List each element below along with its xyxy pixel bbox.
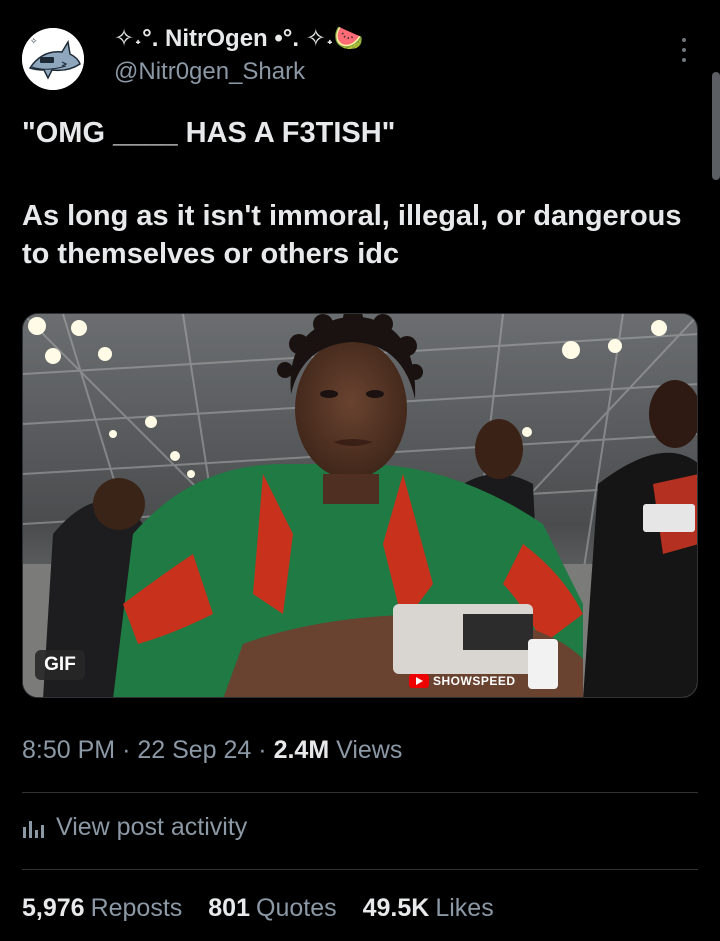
tweet-metadata: 8:50 PM · 22 Sep 24 · 2.4M Views bbox=[22, 736, 402, 765]
video-watermark: SHOWSPEED bbox=[409, 672, 516, 690]
quotes-stat[interactable]: 801 Quotes bbox=[208, 894, 336, 923]
reposts-count: 5,976 bbox=[22, 894, 85, 922]
view-post-activity-label: View post activity bbox=[56, 813, 248, 841]
separator-dot: · bbox=[258, 736, 267, 764]
quotes-count: 801 bbox=[208, 894, 250, 922]
views-label: Views bbox=[336, 736, 403, 764]
quotes-label: Quotes bbox=[256, 894, 337, 922]
gif-frame-image bbox=[23, 314, 697, 697]
reposts-stat[interactable]: 5,976 Reposts bbox=[22, 894, 182, 923]
shark-icon: ✧ bbox=[22, 28, 84, 90]
scrollbar[interactable] bbox=[712, 72, 720, 180]
divider bbox=[22, 869, 698, 870]
likes-stat[interactable]: 49.5K Likes bbox=[363, 894, 494, 923]
youtube-icon bbox=[409, 674, 429, 688]
analytics-icon bbox=[23, 820, 44, 838]
view-post-activity-link[interactable]: View post activity bbox=[22, 813, 247, 842]
svg-text:✧: ✧ bbox=[30, 37, 38, 47]
post-date[interactable]: 22 Sep 24 bbox=[137, 736, 251, 764]
watermark-text: SHOWSPEED bbox=[433, 674, 516, 688]
likes-label: Likes bbox=[435, 894, 494, 922]
views-count: 2.4M bbox=[273, 736, 330, 764]
tweet-text-line1: "OMG ____ HAS A F3TISH" bbox=[22, 117, 396, 149]
avatar[interactable]: ✧ bbox=[22, 28, 84, 90]
likes-count: 49.5K bbox=[362, 894, 430, 922]
more-options-icon[interactable] bbox=[674, 36, 694, 64]
separator-dot: · bbox=[122, 736, 131, 764]
engagement-stats: 5,976 Reposts 801 Quotes 49.5K Likes bbox=[22, 894, 494, 923]
author-handle[interactable]: @Nitr0gen_Shark bbox=[114, 58, 305, 86]
divider bbox=[22, 792, 698, 793]
tweet-media-gif[interactable]: GIF SHOWSPEED bbox=[22, 313, 698, 698]
tweet-text-line2: As long as it isn't immoral, illegal, or… bbox=[22, 200, 682, 270]
watermelon-icon: 🍉 bbox=[333, 25, 364, 52]
post-time[interactable]: 8:50 PM bbox=[22, 736, 115, 764]
gif-badge: GIF bbox=[35, 650, 85, 680]
author-display-name[interactable]: ✧˖°. NitrOgen •°. ✧˖🍉 bbox=[114, 24, 364, 53]
author-name-text: ✧˖°. NitrOgen •°. ✧˖ bbox=[114, 25, 334, 52]
reposts-label: Reposts bbox=[90, 894, 183, 922]
